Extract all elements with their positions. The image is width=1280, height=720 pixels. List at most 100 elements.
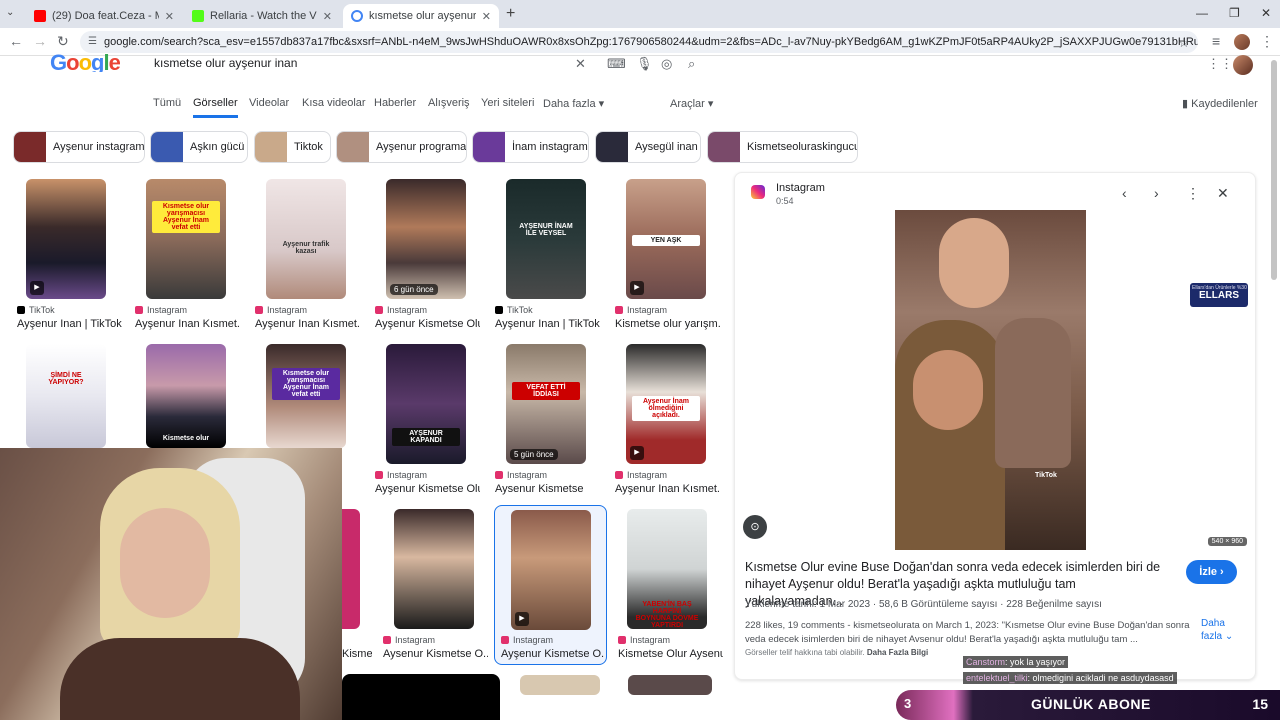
result-thumbnail[interactable]: ŞİMDİ NE YAPIYOR?	[26, 344, 106, 448]
image-result[interactable]: ŞİMDİ NE YAPIYOR?	[14, 340, 124, 450]
reload-icon[interactable]: ↻	[57, 33, 69, 50]
close-icon[interactable]: ✕	[165, 10, 174, 23]
chip-askin-gucu[interactable]: Aşkın gücü	[150, 131, 248, 163]
tab-all[interactable]: Tümü	[153, 97, 181, 109]
keyboard-icon[interactable]: ⌨	[607, 56, 626, 72]
result-thumbnail[interactable]: YABEN'İN BAŞ HARFİNİ BOYNUNA DÖVME YAPTI…	[627, 509, 707, 629]
site-info-icon[interactable]: ☰	[88, 37, 98, 47]
search-icon[interactable]: ⌕	[688, 56, 695, 72]
close-preview-icon[interactable]: ✕	[1217, 185, 1229, 202]
minimize-icon[interactable]: —	[1196, 6, 1208, 20]
chip-aysenur-instagram[interactable]: Ayşenur instagram	[13, 131, 145, 163]
result-caption[interactable]: Aysenur Kismetse O...	[383, 648, 488, 660]
result-source[interactable]: Instagram	[375, 470, 427, 480]
image-result[interactable]	[628, 675, 712, 695]
image-result[interactable]: Kismetse o...	[342, 505, 372, 665]
search-input[interactable]: kısmetse olur ayşenur inan	[138, 50, 712, 76]
image-result-selected[interactable]: ▶ Instagram Ayşenur Kismetse O...	[494, 505, 607, 665]
tab-places[interactable]: Yeri siteleri	[481, 97, 534, 109]
result-source[interactable]: Instagram	[255, 305, 307, 315]
result-source[interactable]: Instagram	[383, 635, 435, 645]
lens-icon[interactable]: ◎	[661, 56, 672, 72]
result-caption[interactable]: Ayşenur Inan Kısmet...	[615, 483, 720, 495]
result-thumbnail[interactable]: AYŞENUR KAPANDI	[386, 344, 466, 464]
back-icon[interactable]: ←	[9, 33, 23, 49]
image-result[interactable]: Kismetse olur	[132, 340, 242, 450]
chip-aysegul-inan[interactable]: Aysegül inan	[595, 131, 701, 163]
result-thumbnail[interactable]	[628, 675, 712, 695]
preview-source[interactable]: Instagram	[776, 182, 825, 194]
image-result[interactable]: VEFAT ETTİ İDDİASI 5 gün önce Instagram A…	[492, 340, 602, 500]
chip-kismetseoluraskingucu[interactable]: Kismetseoluraskingucu	[707, 131, 858, 163]
media-controls-icon[interactable]: ≡	[1212, 33, 1220, 49]
tab-short-videos[interactable]: Kısa videolar	[302, 97, 366, 109]
result-source[interactable]: Instagram	[495, 470, 547, 480]
result-caption[interactable]: Ayşenur Kismetse Olur	[375, 318, 480, 330]
result-thumbnail[interactable]: 6 gün önce	[386, 179, 466, 299]
result-thumbnail[interactable]: YEN AŞK ▶	[626, 179, 706, 299]
result-caption[interactable]: Ayşenur Inan | TikTok	[495, 318, 600, 330]
image-result[interactable]: Ayşenur trafik kazası Instagram Ayşenur …	[252, 175, 362, 335]
lens-search-icon[interactable]: ⊙	[743, 515, 767, 539]
image-result[interactable]: 6 gün önce Instagram Ayşenur Kismetse Ol…	[372, 175, 482, 335]
saved-link[interactable]: ▮ Kaydedilenler	[1182, 97, 1258, 110]
image-result[interactable]: ▶ TikTok Ayşenur Inan | TikTok	[14, 175, 124, 335]
image-result[interactable]: YEN AŞK ▶ Instagram Kismetse olur yarışm.…	[612, 175, 722, 335]
result-source[interactable]: TikTok	[17, 305, 55, 315]
result-thumbnail[interactable]: ▶	[511, 510, 591, 630]
image-result[interactable]: Instagram Aysenur Kismetse O...	[380, 505, 490, 665]
watch-button[interactable]: İzle ›	[1186, 560, 1237, 584]
page-scrollbar[interactable]	[1271, 60, 1277, 280]
result-thumbnail[interactable]: Ayşenur trafik kazası	[266, 179, 346, 299]
result-thumbnail[interactable]	[342, 509, 360, 629]
image-result[interactable]: Kısmetse olur yarışmacısı Ayşenur İnam v…	[252, 340, 362, 450]
result-thumbnail[interactable]	[394, 509, 474, 629]
close-icon[interactable]: ✕	[482, 10, 491, 23]
result-caption[interactable]: Kismetse Olur Aysenur	[618, 648, 723, 660]
restore-icon[interactable]: ❐	[1229, 6, 1240, 20]
tab-more[interactable]: Daha fazla ▾	[543, 97, 604, 110]
result-source[interactable]: TikTok	[495, 305, 533, 315]
image-result[interactable]: AYŞENUR KAPANDI Instagram Ayşenur Kismet…	[372, 340, 482, 500]
result-caption[interactable]: Aysenur Kismetse	[495, 483, 600, 495]
chip-aysenur-programa[interactable]: Ayşenur programa	[336, 131, 467, 163]
browser-profile-avatar[interactable]	[1234, 34, 1250, 50]
more-button[interactable]: Daha fazla ⌄	[1201, 617, 1241, 643]
result-thumbnail[interactable]	[520, 675, 600, 695]
chip-inam-instagram[interactable]: İnam instagram	[472, 131, 589, 163]
result-thumbnail[interactable]: Kismetse olur	[146, 344, 226, 448]
tab-news[interactable]: Haberler	[374, 97, 416, 109]
google-logo[interactable]: Google	[50, 50, 120, 72]
tab-search-chevron-icon[interactable]: ⌄	[6, 7, 14, 18]
result-source[interactable]: Instagram	[501, 635, 553, 645]
preview-video[interactable]: TikTok	[895, 210, 1086, 550]
result-caption[interactable]: Ayşenur Kismetse Olur	[375, 483, 480, 495]
image-result[interactable]: Ayşenur İnam ölmediğini açıkladı. ▶ Insta…	[612, 340, 722, 500]
previous-icon[interactable]: ‹	[1122, 185, 1127, 201]
browser-menu-icon[interactable]: ⋮	[1260, 33, 1274, 50]
browser-tab-youtube[interactable]: (29) Doa feat.Ceza - Müziğin D... ✕	[26, 4, 182, 28]
browser-tab-kick[interactable]: Rellaria - Watch the VOD on Ki... ✕	[184, 4, 340, 28]
result-caption[interactable]: Ayşenur Inan | TikTok	[17, 318, 122, 330]
more-options-icon[interactable]: ⋮	[1186, 185, 1200, 202]
result-caption[interactable]: Ayşenur Inan Kısmet...	[135, 318, 240, 330]
browser-tab-google[interactable]: kısmetse olur ayşenur inan - Go... ✕	[343, 4, 499, 28]
next-icon[interactable]: ›	[1154, 185, 1159, 201]
clear-search-icon[interactable]: ✕	[575, 56, 586, 72]
microphone-icon[interactable]: 🎙	[636, 56, 653, 72]
image-result[interactable]: Kısmetse olur yarışmacısı Ayşenur İnam v…	[132, 175, 242, 335]
result-thumbnail[interactable]: Kısmetse olur yarışmacısı Ayşenur İnam v…	[266, 344, 346, 448]
close-window-icon[interactable]: ✕	[1261, 6, 1271, 20]
result-caption[interactable]: Kismetse olur yarışm...	[615, 318, 720, 330]
learn-more-link[interactable]: Daha Fazla Bilgi	[867, 648, 928, 657]
image-result[interactable]: AYŞENUR İNAM İLE VEYSEL TikTok Ayşenur I…	[492, 175, 602, 335]
close-icon[interactable]: ✕	[323, 10, 332, 23]
result-source[interactable]: Instagram	[375, 305, 427, 315]
result-caption[interactable]: Kismetse o...	[342, 648, 372, 660]
new-tab-button[interactable]: +	[506, 5, 515, 23]
result-source[interactable]: Instagram	[618, 635, 670, 645]
result-thumbnail[interactable]: Kısmetse olur yarışmacısı Ayşenur İnam v…	[146, 179, 226, 299]
result-caption[interactable]: Ayşenur Inan Kısmet...	[255, 318, 360, 330]
tab-shopping[interactable]: Alışveriş	[428, 97, 470, 109]
bookmark-star-icon[interactable]: ☆	[1178, 35, 1190, 51]
